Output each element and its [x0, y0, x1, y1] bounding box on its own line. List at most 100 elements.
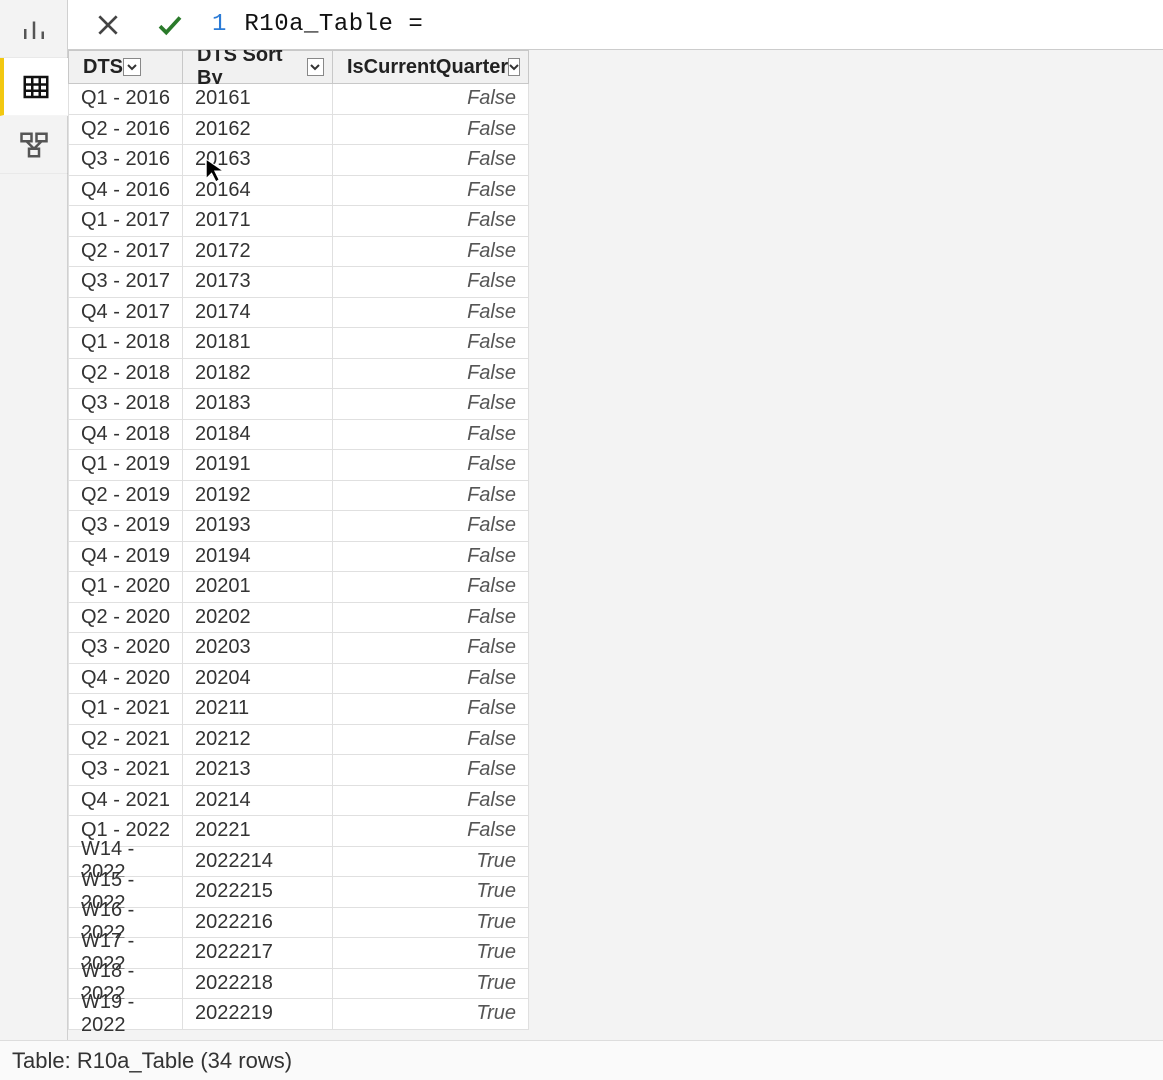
cell-dts[interactable]: Q2 - 2018 — [68, 359, 183, 390]
table-row[interactable]: Q1 - 202020201False — [68, 572, 529, 603]
cell-icq[interactable]: True — [333, 877, 529, 908]
cell-sort[interactable]: 20171 — [183, 206, 333, 237]
commit-formula-button[interactable] — [150, 5, 190, 45]
nav-data-button[interactable] — [0, 58, 68, 116]
cell-dts[interactable]: Q4 - 2020 — [68, 664, 183, 695]
cell-dts[interactable]: Q1 - 2016 — [68, 84, 183, 115]
cell-icq[interactable]: False — [333, 816, 529, 847]
cell-sort[interactable]: 20201 — [183, 572, 333, 603]
cell-sort[interactable]: 2022214 — [183, 847, 333, 878]
cell-dts[interactable]: Q3 - 2021 — [68, 755, 183, 786]
cell-icq[interactable]: False — [333, 572, 529, 603]
cell-dts[interactable]: Q3 - 2016 — [68, 145, 183, 176]
cell-icq[interactable]: False — [333, 389, 529, 420]
cell-sort[interactable]: 20203 — [183, 633, 333, 664]
cell-dts[interactable]: Q2 - 2016 — [68, 115, 183, 146]
cell-dts[interactable]: Q2 - 2020 — [68, 603, 183, 634]
cell-dts[interactable]: Q1 - 2020 — [68, 572, 183, 603]
cell-sort[interactable]: 20211 — [183, 694, 333, 725]
cell-dts[interactable]: Q3 - 2020 — [68, 633, 183, 664]
cell-dts[interactable]: Q1 - 2017 — [68, 206, 183, 237]
cell-icq[interactable]: False — [333, 450, 529, 481]
table-row[interactable]: Q2 - 202120212False — [68, 725, 529, 756]
cell-icq[interactable]: False — [333, 481, 529, 512]
cell-dts[interactable]: Q4 - 2021 — [68, 786, 183, 817]
table-row[interactable]: Q4 - 201920194False — [68, 542, 529, 573]
cell-icq[interactable]: False — [333, 420, 529, 451]
cell-icq[interactable]: False — [333, 84, 529, 115]
col-filter-dts[interactable] — [123, 58, 141, 76]
nav-report-button[interactable] — [0, 0, 68, 58]
nav-model-button[interactable] — [0, 116, 68, 174]
cell-sort[interactable]: 20163 — [183, 145, 333, 176]
table-row[interactable]: Q1 - 201820181False — [68, 328, 529, 359]
cell-dts[interactable]: Q4 - 2018 — [68, 420, 183, 451]
table-row[interactable]: Q1 - 202120211False — [68, 694, 529, 725]
cell-dts[interactable]: Q4 - 2016 — [68, 176, 183, 207]
cell-sort[interactable]: 20161 — [183, 84, 333, 115]
cell-sort[interactable]: 2022218 — [183, 969, 333, 1000]
cell-dts[interactable]: Q3 - 2018 — [68, 389, 183, 420]
cell-sort[interactable]: 20183 — [183, 389, 333, 420]
cell-sort[interactable]: 20164 — [183, 176, 333, 207]
table-row[interactable]: Q2 - 201620162False — [68, 115, 529, 146]
cell-sort[interactable]: 20202 — [183, 603, 333, 634]
cell-sort[interactable]: 20204 — [183, 664, 333, 695]
table-row[interactable]: Q4 - 202120214False — [68, 786, 529, 817]
cell-sort[interactable]: 20162 — [183, 115, 333, 146]
col-header-icq[interactable]: IsCurrentQuarter — [333, 50, 529, 84]
col-filter-icq[interactable] — [508, 58, 520, 76]
table-row[interactable]: Q1 - 201620161False — [68, 84, 529, 115]
table-row[interactable]: Q4 - 201620164False — [68, 176, 529, 207]
cell-sort[interactable]: 2022219 — [183, 999, 333, 1030]
cell-icq[interactable]: False — [333, 237, 529, 268]
table-row[interactable]: Q4 - 201720174False — [68, 298, 529, 329]
cell-sort[interactable]: 2022216 — [183, 908, 333, 939]
cell-sort[interactable]: 20172 — [183, 237, 333, 268]
cell-sort[interactable]: 20193 — [183, 511, 333, 542]
cell-sort[interactable]: 20191 — [183, 450, 333, 481]
cell-sort[interactable]: 20213 — [183, 755, 333, 786]
cell-icq[interactable]: False — [333, 145, 529, 176]
cell-icq[interactable]: False — [333, 786, 529, 817]
cell-dts[interactable]: Q4 - 2019 — [68, 542, 183, 573]
cell-sort[interactable]: 20173 — [183, 267, 333, 298]
table-row[interactable]: Q1 - 201720171False — [68, 206, 529, 237]
cell-icq[interactable]: False — [333, 298, 529, 329]
table-row[interactable]: W19 - 20222022219True — [68, 999, 529, 1030]
cell-icq[interactable]: False — [333, 633, 529, 664]
cell-icq[interactable]: False — [333, 664, 529, 695]
cell-sort[interactable]: 20212 — [183, 725, 333, 756]
cell-icq[interactable]: True — [333, 938, 529, 969]
table-row[interactable]: Q3 - 201720173False — [68, 267, 529, 298]
cell-icq[interactable]: False — [333, 359, 529, 390]
cell-icq[interactable]: True — [333, 969, 529, 1000]
table-row[interactable]: Q1 - 201920191False — [68, 450, 529, 481]
table-row[interactable]: Q3 - 201920193False — [68, 511, 529, 542]
table-row[interactable]: Q3 - 202020203False — [68, 633, 529, 664]
table-row[interactable]: Q3 - 202120213False — [68, 755, 529, 786]
cell-icq[interactable]: False — [333, 206, 529, 237]
cell-dts[interactable]: Q4 - 2017 — [68, 298, 183, 329]
cell-dts[interactable]: Q2 - 2021 — [68, 725, 183, 756]
cell-icq[interactable]: False — [333, 115, 529, 146]
cell-dts[interactable]: Q3 - 2017 — [68, 267, 183, 298]
cell-sort[interactable]: 20192 — [183, 481, 333, 512]
cell-sort[interactable]: 20214 — [183, 786, 333, 817]
cell-sort[interactable]: 2022217 — [183, 938, 333, 969]
col-header-dts[interactable]: DTS — [68, 50, 183, 84]
cell-sort[interactable]: 20221 — [183, 816, 333, 847]
cell-icq[interactable]: False — [333, 725, 529, 756]
cell-icq[interactable]: False — [333, 328, 529, 359]
cell-icq[interactable]: True — [333, 908, 529, 939]
cell-sort[interactable]: 20194 — [183, 542, 333, 573]
cell-dts[interactable]: Q1 - 2019 — [68, 450, 183, 481]
table-row[interactable]: Q2 - 202020202False — [68, 603, 529, 634]
col-filter-sort[interactable] — [307, 58, 324, 76]
table-row[interactable]: Q2 - 201720172False — [68, 237, 529, 268]
cell-icq[interactable]: True — [333, 999, 529, 1030]
table-row[interactable]: Q4 - 201820184False — [68, 420, 529, 451]
cell-icq[interactable]: False — [333, 755, 529, 786]
table-row[interactable]: Q2 - 201920192False — [68, 481, 529, 512]
cell-icq[interactable]: False — [333, 603, 529, 634]
